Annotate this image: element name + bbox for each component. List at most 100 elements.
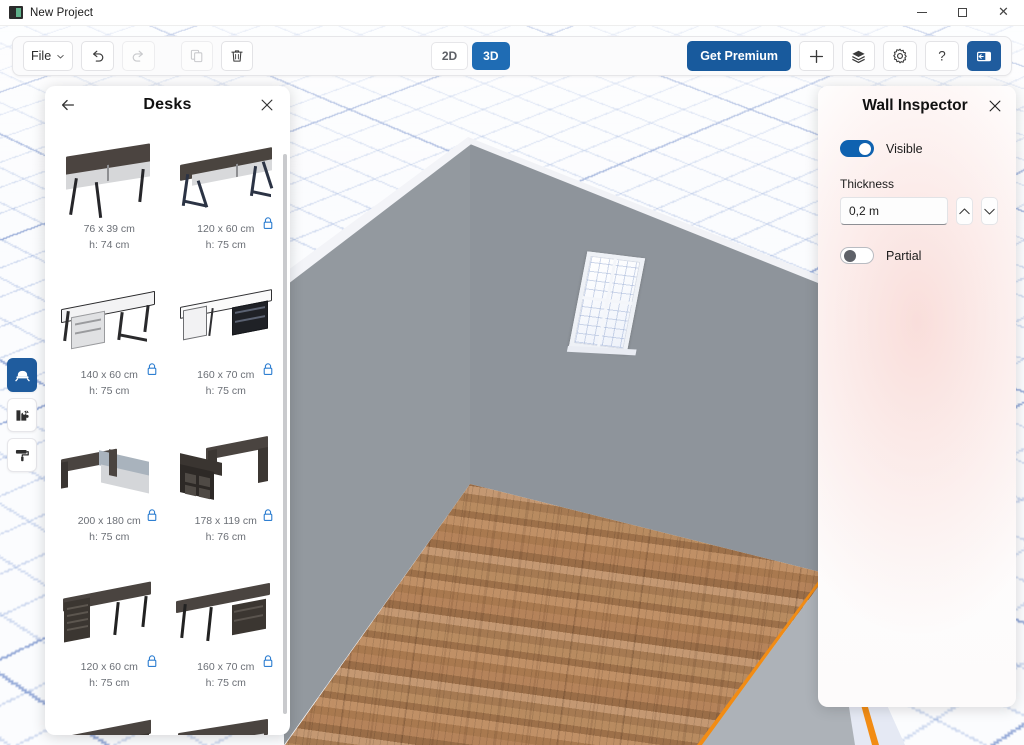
catalog-item[interactable]: 160 x 70 cm h: 75 cm [170,274,283,420]
catalog-panel: Desks 76 x 39 cm h: 74 cm 120 x 60 cm h:… [45,86,290,735]
settings-button[interactable] [883,41,917,71]
catalog-grid: 76 x 39 cm h: 74 cm 120 x 60 cm h: 75 cm… [53,128,282,735]
view-mode-2d[interactable]: 2D [430,42,469,70]
desk-thumbnail [57,572,161,658]
redo-icon [132,50,144,62]
help-button[interactable]: ? [925,41,959,71]
visible-row: Visible [840,140,998,157]
catalog-item-size: 160 x 70 cm [197,661,255,673]
close-window-button[interactable]: ✕ [983,0,1024,26]
minimize-icon [916,12,927,13]
lock-icon [147,363,156,376]
thickness-input[interactable] [840,197,948,225]
desk-thumbnail [57,426,161,512]
catalog-item[interactable]: 178 x 119 cm h: 76 cm [170,420,283,566]
get-premium-button[interactable]: Get Premium [687,41,791,71]
chevron-up-icon [959,207,970,214]
catalog-item-height: h: 76 cm [205,531,246,543]
inspector-title: Wall Inspector [862,97,968,114]
redo-button[interactable] [122,41,156,71]
catalog-item-size: 120 x 60 cm [80,661,138,673]
lock-icon [147,655,156,668]
partial-label: Partial [886,248,922,263]
lock-icon [263,217,273,230]
rail-button-structure[interactable] [7,398,37,432]
app-icon [9,6,23,19]
window-title: New Project [30,6,94,19]
view-mode-switch: 2D 3D [430,42,510,70]
thickness-decrement-button[interactable] [981,197,998,225]
catalog-item-height: h: 75 cm [205,677,246,689]
catalog-item[interactable] [53,712,166,735]
catalog-body[interactable]: 76 x 39 cm h: 74 cm 120 x 60 cm h: 75 cm… [45,124,290,735]
chevron-down-icon [57,54,64,59]
thickness-increment-button[interactable] [956,197,973,225]
lock-icon [263,363,273,376]
desk-thumbnail [57,280,161,366]
maximize-icon [958,8,967,17]
catalog-item[interactable]: 160 x 70 cm h: 75 cm [170,566,283,712]
close-icon [261,99,273,111]
arrow-left-icon [61,99,75,111]
close-icon [989,100,1001,112]
paint-roller-icon [15,449,29,461]
main-toolbar: File 2D 3D Get Premium ? [12,36,1012,76]
undo-button[interactable] [81,41,115,71]
catalog-item[interactable]: 76 x 39 cm h: 74 cm [53,128,166,274]
catalog-item[interactable]: 120 x 60 cm h: 75 cm [170,128,283,274]
tool-rail [7,358,37,472]
question-mark-icon: ? [938,49,946,64]
minimize-button[interactable] [901,0,942,26]
inspector-close-button[interactable] [984,95,1006,117]
close-icon: ✕ [998,5,1009,20]
visible-toggle-knob [859,142,871,155]
app-window: New Project ✕ File 2D 3D Get Premium ? D… [0,0,1024,745]
file-menu-button[interactable]: File [23,41,74,71]
file-menu-label: File [31,49,52,63]
catalog-back-button[interactable] [57,94,79,116]
catalog-item[interactable]: 120 x 60 cm h: 75 cm [53,566,166,712]
catalog-header: Desks [45,86,290,124]
desk-thumbnail [57,718,161,735]
desk-thumbnail [174,134,278,220]
inspector-body: Visible Thickness 0,2 m Partial [818,126,1016,264]
duplicate-button[interactable] [181,41,214,71]
catalog-item-height: h: 75 cm [205,239,246,251]
catalog-item-height: h: 74 cm [89,239,130,251]
desk-thumbnail [174,426,278,512]
catalog-item[interactable]: 200 x 180 cm h: 75 cm [53,420,166,566]
thickness-controls [840,197,998,225]
undo-icon [93,50,104,62]
rail-button-paint[interactable] [7,438,37,472]
wall-inspector-panel: Wall Inspector Visible Thickness 0,2 m P… [818,86,1016,707]
add-object-button[interactable] [799,41,834,71]
layers-icon [852,50,865,63]
catalog-item-size: 160 x 70 cm [197,369,255,381]
duplicate-icon [191,49,203,63]
catalog-item-size: 120 x 60 cm [197,223,255,235]
thickness-group: Thickness [840,177,998,225]
delete-button[interactable] [221,41,254,71]
catalog-scrollbar[interactable] [283,154,287,714]
lock-icon [263,655,273,668]
catalog-item-height: h: 75 cm [89,677,130,689]
chevron-down-icon [984,208,995,215]
toggle-right-panel-button[interactable] [967,41,1001,71]
catalog-item-size: 140 x 60 cm [80,369,138,381]
partial-toggle[interactable] [840,247,874,264]
catalog-close-button[interactable] [256,94,278,116]
view-mode-3d[interactable]: 3D [472,42,510,70]
window-controls: ✕ [901,0,1024,26]
catalog-item[interactable]: 140 x 60 cm h: 75 cm [53,274,166,420]
catalog-title: Desks [143,96,192,113]
visible-label: Visible [886,141,923,156]
catalog-item-size: 178 x 119 cm [194,515,257,527]
catalog-item[interactable] [170,712,283,735]
visible-toggle[interactable] [840,140,874,157]
lock-icon [263,509,273,522]
rail-button-furniture[interactable] [7,358,37,392]
structure-icon [15,409,29,421]
catalog-item-height: h: 75 cm [205,385,246,397]
layers-button[interactable] [842,41,875,71]
maximize-button[interactable] [942,0,983,26]
